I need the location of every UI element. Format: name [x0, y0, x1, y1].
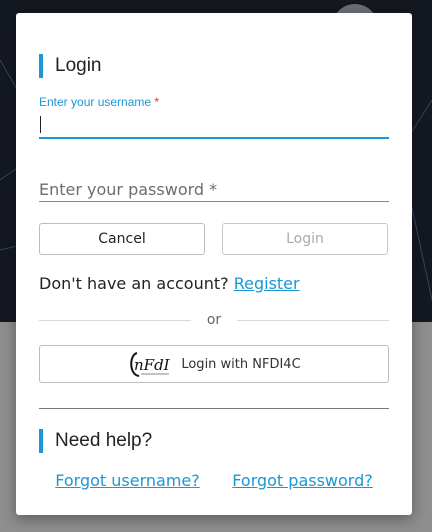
nfdi4c-logo-icon: nFdI — [130, 352, 171, 377]
forgot-password-link[interactable]: Forgot password? — [232, 471, 372, 490]
required-mark: * — [154, 95, 160, 109]
help-links: Forgot username? Forgot password? — [39, 471, 389, 490]
username-label: Enter your username * — [39, 95, 159, 109]
login-button[interactable]: Login — [222, 223, 388, 255]
no-account-text: Don't have an account? — [39, 274, 229, 293]
cancel-button[interactable]: Cancel — [39, 223, 205, 255]
forgot-username-link[interactable]: Forgot username? — [55, 471, 200, 490]
username-input[interactable] — [39, 111, 389, 139]
login-title: Login — [39, 54, 102, 78]
nfdi4c-login-button[interactable]: nFdI Login with NFDI4C — [39, 345, 389, 383]
section-separator — [39, 408, 389, 409]
text-cursor — [40, 116, 41, 133]
password-input[interactable] — [39, 177, 389, 202]
register-prompt: Don't have an account? Register — [39, 274, 300, 293]
nfdi4c-login-label: Login with NFDI4C — [181, 356, 301, 372]
help-title: Need help? — [39, 429, 152, 453]
username-label-text: Enter your username — [39, 95, 152, 109]
nfdi4c-logo-text: nFdI — [134, 356, 171, 374]
or-text: or — [206, 312, 222, 328]
divider-line-left — [39, 319, 191, 321]
divider-line-right — [237, 319, 390, 321]
login-dialog: Login Enter your username * Cancel Login… — [16, 13, 412, 515]
register-link[interactable]: Register — [234, 274, 300, 293]
or-divider: or — [39, 311, 390, 329]
